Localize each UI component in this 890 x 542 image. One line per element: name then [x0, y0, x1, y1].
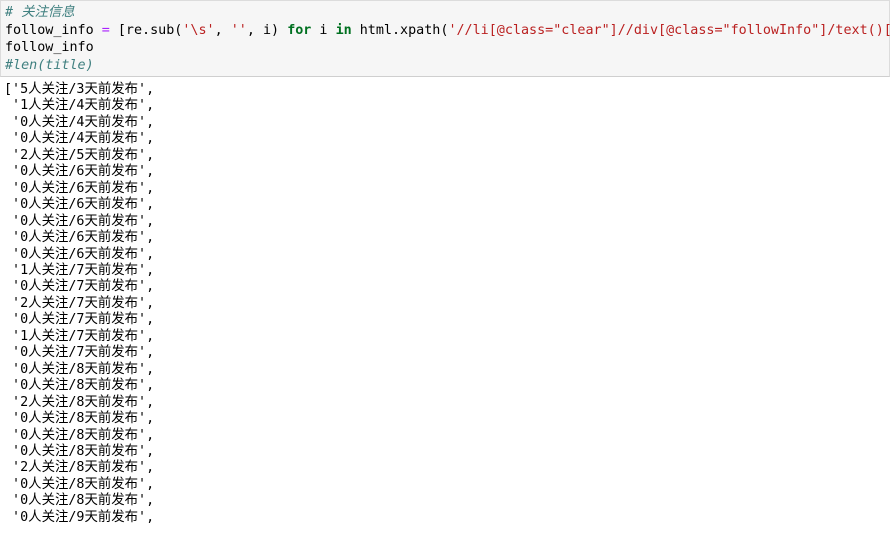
- output-line: '0人关注/6天前发布',: [4, 164, 155, 180]
- output-line: '1人关注/7天前发布',: [4, 262, 155, 278]
- notebook-page: # 关注信息 follow_info = [re.sub('\s', '', i)…: [0, 0, 890, 542]
- code-cell-input[interactable]: # 关注信息 follow_info = [re.sub('\s', '', i)…: [0, 0, 890, 77]
- output-line: '0人关注/4天前发布',: [4, 131, 155, 147]
- output-line: '2人关注/8天前发布',: [4, 394, 155, 410]
- output-line: '0人关注/6天前发布',: [4, 180, 155, 196]
- output-line: '0人关注/7天前发布',: [4, 312, 155, 328]
- output-line: '0人关注/4天前发布',: [4, 114, 155, 130]
- output-line: '0人关注/6天前发布',: [4, 197, 155, 213]
- output-line: '0人关注/6天前发布',: [4, 213, 155, 229]
- output-line: '0人关注/8天前发布',: [4, 476, 155, 492]
- code-line: # 关注信息: [5, 4, 889, 22]
- comma-1: ,: [214, 22, 231, 38]
- xpath-call: html.xpath(: [351, 22, 449, 38]
- output-line: '2人关注/5天前发布',: [4, 147, 155, 163]
- code-cell-output: ['5人关注/3天前发布', '1人关注/4天前发布', '0人关注/4天前发布…: [0, 77, 890, 527]
- code-line: #len(title): [5, 57, 889, 75]
- output-line: '0人关注/6天前发布',: [4, 246, 155, 262]
- output-line: '0人关注/8天前发布',: [4, 361, 155, 377]
- output-line: ['5人关注/3天前发布',: [4, 82, 155, 97]
- output-line: '0人关注/6天前发布',: [4, 230, 155, 246]
- output-line: '0人关注/8天前发布',: [4, 411, 155, 427]
- loop-var: i: [311, 22, 336, 38]
- comment-len-title: #len(title): [5, 57, 94, 73]
- output-line: '0人关注/9天前发布',: [4, 509, 155, 525]
- empty-string: '': [230, 22, 247, 38]
- output-line: '0人关注/8天前发布',: [4, 493, 155, 509]
- expression-follow-info: follow_info: [5, 40, 94, 56]
- output-line: '1人关注/4天前发布',: [4, 98, 155, 114]
- output-line: '0人关注/7天前发布',: [4, 279, 155, 295]
- code-line: follow_info = [re.sub('\s', '', i) for i…: [5, 22, 890, 40]
- regex-whitespace-string: '\s': [182, 22, 215, 38]
- list-comp-open: [re.sub(: [109, 22, 183, 38]
- output-line: '1人关注/7天前发布',: [4, 328, 155, 344]
- keyword-for: for: [287, 22, 312, 38]
- keyword-in: in: [335, 22, 352, 38]
- variable-follow-info: follow_info: [5, 22, 102, 38]
- output-line: '0人关注/8天前发布',: [4, 427, 155, 443]
- output-line: '0人关注/8天前发布',: [4, 378, 155, 394]
- call-args-tail: , i): [246, 22, 288, 38]
- output-line: '2人关注/7天前发布',: [4, 295, 155, 311]
- comment: # 关注信息: [5, 5, 75, 20]
- output-line: '0人关注/8天前发布',: [4, 443, 155, 459]
- code-line: follow_info: [5, 39, 889, 57]
- output-line: '0人关注/7天前发布',: [4, 345, 155, 361]
- output-line: '2人关注/8天前发布',: [4, 460, 155, 476]
- xpath-string: '//li[@class="clear"]//div[@class="follo…: [448, 22, 890, 38]
- assign-operator: =: [101, 22, 110, 38]
